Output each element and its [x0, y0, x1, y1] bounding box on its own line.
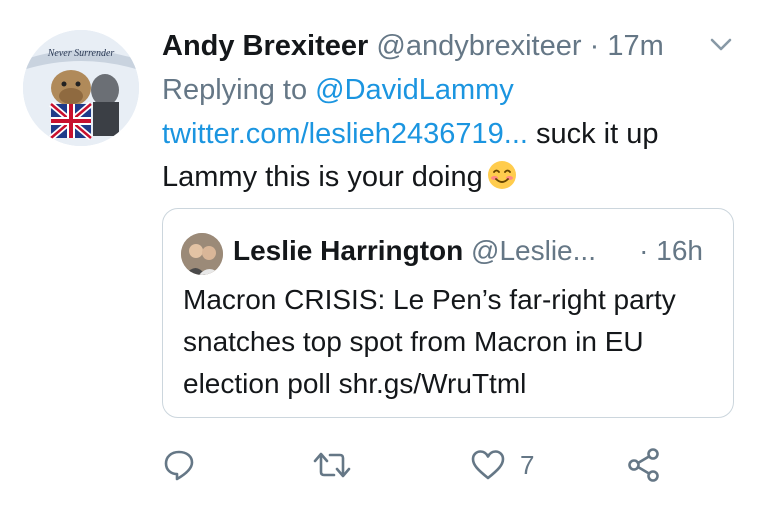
- user-avatar-icon: [181, 233, 223, 275]
- replying-to-line: Replying to @DavidLammy: [162, 70, 514, 110]
- heart-icon: [471, 450, 505, 480]
- retweet-icon: [313, 452, 351, 478]
- reply-button[interactable]: [162, 440, 196, 490]
- share-icon: [628, 448, 659, 482]
- like-count: 7: [520, 449, 535, 480]
- smiling-face-emoji-icon: [487, 161, 516, 189]
- retweet-button[interactable]: [312, 440, 352, 490]
- quoted-author-name: Leslie Harrington: [233, 235, 464, 266]
- share-button[interactable]: [626, 440, 662, 490]
- tweet-link[interactable]: twitter.com/leslieh2436719...: [162, 118, 528, 150]
- user-avatar[interactable]: Never Surrender: [23, 30, 139, 146]
- tweet-timestamp[interactable]: 17m: [607, 30, 663, 62]
- author-display-name[interactable]: Andy Brexiteer: [162, 30, 368, 62]
- quoted-author-handle: @Leslie...: [471, 235, 596, 266]
- tweet-text: twitter.com/leslieh2436719... suck it up…: [162, 113, 742, 199]
- author-handle[interactable]: @andybrexiteer: [376, 30, 581, 62]
- quoted-tweet-card[interactable]: Leslie Harrington @Leslie... · 16h Macro…: [162, 208, 734, 418]
- chevron-down-icon[interactable]: [710, 38, 732, 52]
- replying-to-handle[interactable]: @DavidLammy: [315, 74, 514, 106]
- like-button[interactable]: 7: [470, 440, 534, 490]
- header-separator: ·: [589, 30, 600, 62]
- tweet-header: Andy Brexiteer @andybrexiteer · 17m: [162, 26, 742, 66]
- quoted-user-avatar: [181, 233, 223, 275]
- quoted-tweet-timestamp: · 16h: [639, 235, 703, 266]
- replying-to-label: Replying to: [162, 74, 308, 106]
- quoted-tweet-header: Leslie Harrington @Leslie... · 16h: [233, 231, 723, 271]
- tweet-actions: 7: [160, 440, 720, 490]
- quoted-tweet-text: Macron CRISIS: Le Pen’s far-right party …: [183, 284, 676, 399]
- bulldog-union-jack-avatar: Never Surrender: [23, 30, 139, 146]
- reply-icon: [164, 450, 194, 481]
- avatar-banner-text: Never Surrender: [47, 48, 115, 59]
